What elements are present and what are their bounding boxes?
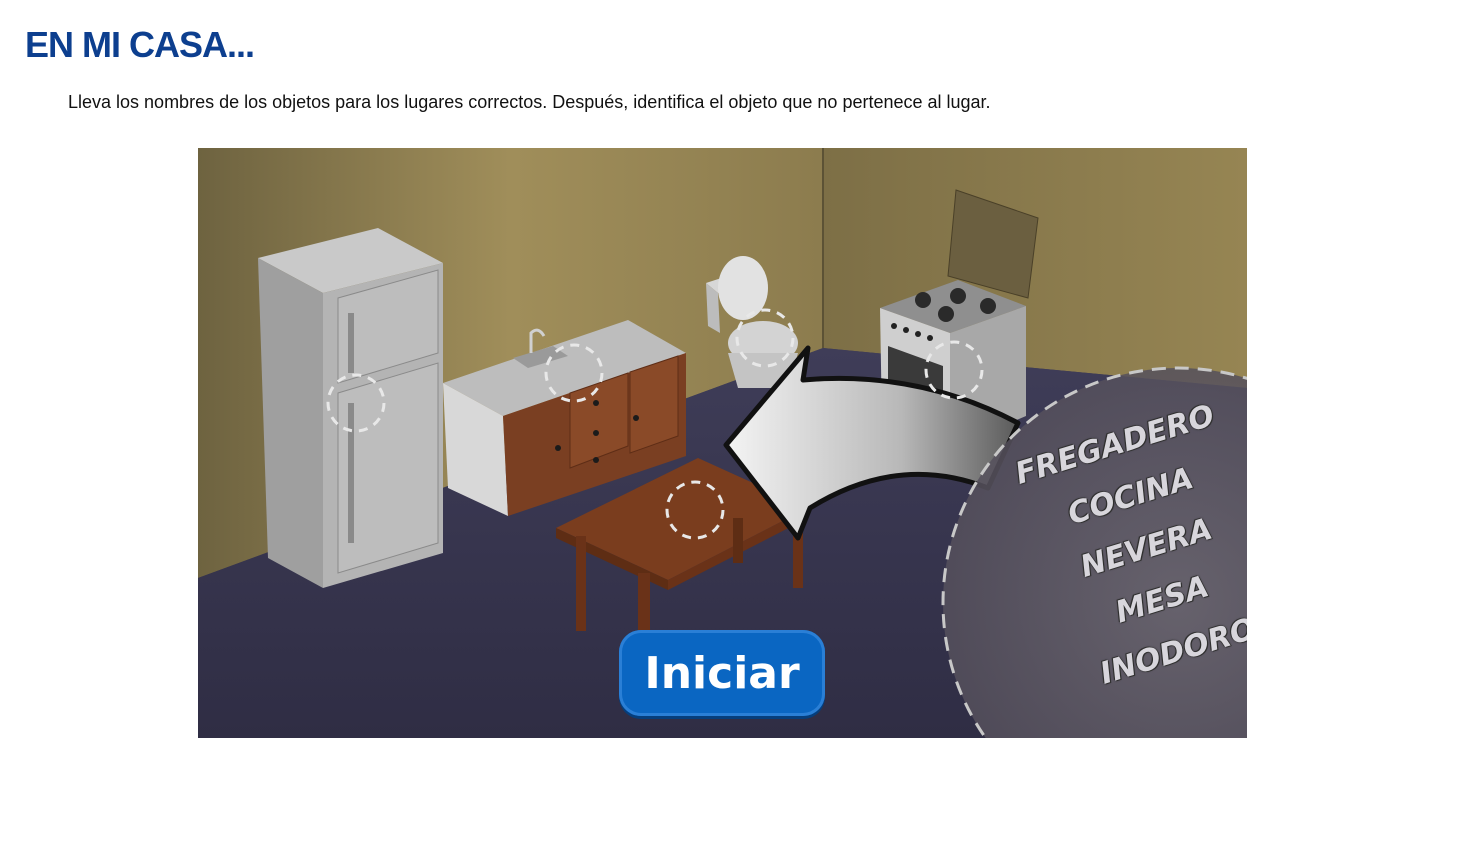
activity-scene: FREGADERO COCINA NEVERA MESA INODORO Ini… [198, 148, 1247, 738]
fridge [258, 228, 443, 588]
instructions-text: Lleva los nombres de los objetos para lo… [68, 92, 991, 112]
page-title: EN MI CASA... [25, 24, 255, 65]
start-button[interactable]: Iniciar [619, 630, 825, 716]
